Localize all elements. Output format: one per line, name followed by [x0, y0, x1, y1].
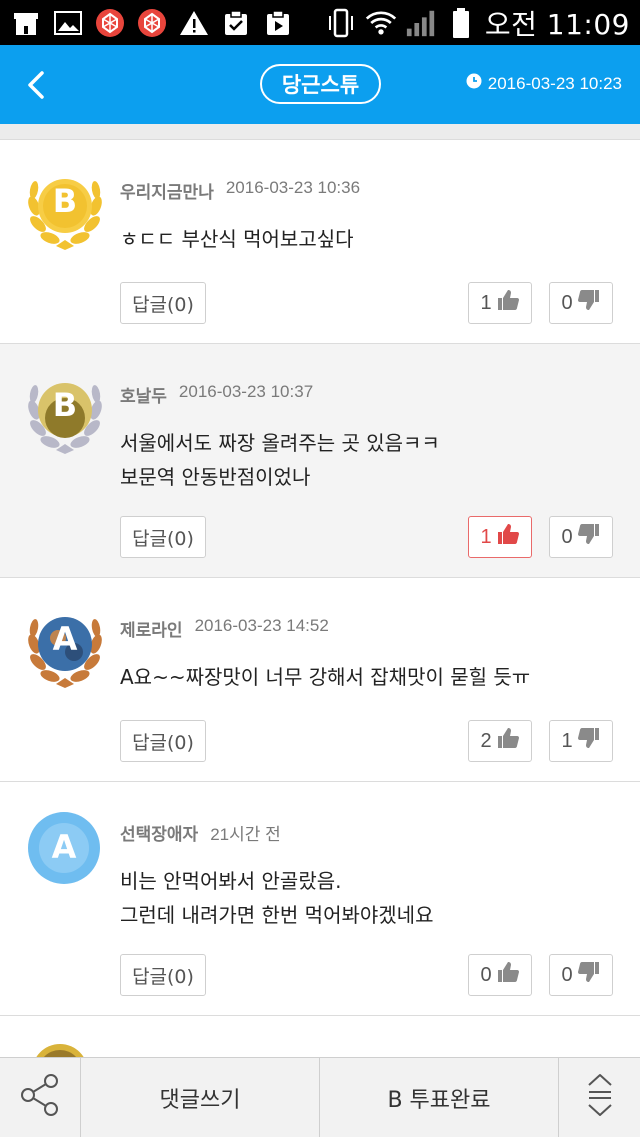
dislike-button[interactable]: 1: [549, 720, 613, 762]
dislike-button[interactable]: 0: [549, 282, 613, 324]
thumbs-down-icon: [577, 288, 601, 318]
up-down-arrows-icon: [586, 1072, 614, 1124]
comment-meta: 호날두 2016-03-23 10:37: [120, 382, 313, 407]
clock-icon: [466, 73, 482, 94]
wifi-icon: [365, 7, 397, 39]
blue-badge-avatar: A: [20, 808, 110, 898]
badge-letter: B: [52, 182, 78, 220]
like-button[interactable]: 1: [468, 516, 532, 558]
reply-button[interactable]: 답글(0): [120, 720, 206, 762]
silver-laurel-badge-avatar: B: [20, 370, 110, 460]
comment-item: A 선택장애자 21시간 전 비는 안먹어봐서 안골랐음. 그런데 내려가면 한…: [0, 782, 640, 1016]
dislike-count: 1: [561, 729, 573, 752]
thumbs-down-icon: [577, 960, 601, 990]
vote-complete-label: B 투표완료: [387, 1088, 491, 1113]
clock: 오전 11:09: [484, 7, 630, 41]
comment-item: B 호날두 2016-03-23 10:37 서울에서도 짜장 올려주는 곳 있…: [0, 344, 640, 578]
image-icon: [52, 7, 84, 39]
badge-letter: A: [52, 620, 78, 658]
signal-icon: [405, 7, 437, 39]
bottom-action-bar: 댓글쓰기 B 투표완료: [0, 1057, 640, 1137]
status-bar: 오전 11:09: [0, 0, 640, 45]
badge-letter: B: [52, 386, 78, 424]
post-datetime: 2016-03-23 10:23: [466, 73, 622, 94]
share-icon: [19, 1073, 61, 1123]
comment-time: 2016-03-23 10:36: [225, 178, 361, 197]
comment-author: 선택장애자: [120, 825, 199, 845]
bronze-laurel-badge-avatar: A: [20, 604, 110, 694]
comment-item: B 우리지금만나 2016-03-23 10:36 ㅎㄷㄷ 부산식 먹어보고싶다…: [0, 140, 640, 344]
app-red-icon: [136, 7, 168, 39]
thumbs-up-icon: [496, 960, 520, 990]
reply-label: 답글(0): [132, 527, 194, 550]
topic-title: 당근스튜: [260, 64, 381, 104]
gold-laurel-badge-avatar: B: [20, 166, 110, 256]
scroll-toggle-button[interactable]: [559, 1058, 640, 1137]
divider: [0, 124, 640, 140]
vibrate-icon: [325, 7, 357, 39]
thumbs-down-icon: [577, 726, 601, 756]
app-red-icon: [94, 7, 126, 39]
like-button[interactable]: 0: [468, 954, 532, 996]
write-comment-button[interactable]: 댓글쓰기: [81, 1058, 320, 1137]
clipboard-check-icon: [220, 7, 252, 39]
like-count: 0: [480, 963, 492, 986]
like-count: 1: [480, 291, 492, 314]
comment-author: 우리지금만나: [120, 183, 214, 203]
comment-author: 호날두: [120, 387, 167, 407]
comment-text: ㅎㄷㄷ 부산식 먹어보고싶다: [120, 227, 354, 251]
thumbs-up-icon: [496, 726, 520, 756]
share-button[interactable]: [0, 1058, 81, 1137]
thumbs-up-icon: [496, 288, 520, 318]
like-count: 1: [480, 525, 492, 548]
write-comment-label: 댓글쓰기: [159, 1088, 241, 1113]
comment-list[interactable]: B 우리지금만나 2016-03-23 10:36 ㅎㄷㄷ 부산식 먹어보고싶다…: [0, 140, 640, 1016]
comment-meta: 선택장애자 21시간 전: [120, 820, 281, 845]
vote-complete-button[interactable]: B 투표완료: [320, 1058, 559, 1137]
like-button[interactable]: 1: [468, 282, 532, 324]
dislike-button[interactable]: 0: [549, 516, 613, 558]
battery-icon: [445, 7, 477, 39]
dislike-count: 0: [561, 963, 573, 986]
like-button[interactable]: 2: [468, 720, 532, 762]
video-clipboard-icon: [262, 7, 294, 39]
comment-author: 제로라인: [120, 621, 183, 641]
app-header: 당근스튜 2016-03-23 10:23: [0, 45, 640, 124]
comment-text: 비는 안먹어봐서 안골랐음. 그런데 내려가면 한번 먹어봐야겠네요: [120, 869, 434, 927]
comment-time: 2016-03-23 10:37: [178, 382, 314, 401]
comment-item: A 제로라인 2016-03-23 14:52 A요~~짜장맛이 너무 강해서 …: [0, 578, 640, 782]
comment-meta: 우리지금만나 2016-03-23 10:36: [120, 178, 360, 203]
reply-label: 답글(0): [132, 965, 194, 988]
comment-meta: 제로라인 2016-03-23 14:52: [120, 616, 329, 641]
dislike-button[interactable]: 0: [549, 954, 613, 996]
store-icon: [10, 7, 42, 39]
reply-button[interactable]: 답글(0): [120, 954, 206, 996]
badge-letter: A: [51, 828, 77, 866]
comment-time: 2016-03-23 14:52: [194, 616, 329, 635]
like-count: 2: [480, 729, 492, 752]
reply-button[interactable]: 답글(0): [120, 516, 206, 558]
warning-icon: [178, 7, 210, 39]
back-arrow-icon[interactable]: [18, 65, 58, 105]
reply-button[interactable]: 답글(0): [120, 282, 206, 324]
comment-time: 21시간 전: [210, 825, 281, 844]
thumbs-down-icon: [577, 522, 601, 552]
post-datetime-text: 2016-03-23 10:23: [487, 73, 622, 93]
comment-text: 서울에서도 짜장 올려주는 곳 있음ㅋㅋ 보문역 안동반점이었나: [120, 431, 440, 489]
thumbs-up-icon: [496, 522, 520, 552]
comment-text: A요~~짜장맛이 너무 강해서 잡채맛이 묻힐 듯ㅠ: [120, 665, 531, 689]
dislike-count: 0: [561, 525, 573, 548]
dislike-count: 0: [561, 291, 573, 314]
reply-label: 답글(0): [132, 731, 194, 754]
reply-label: 답글(0): [132, 293, 194, 316]
